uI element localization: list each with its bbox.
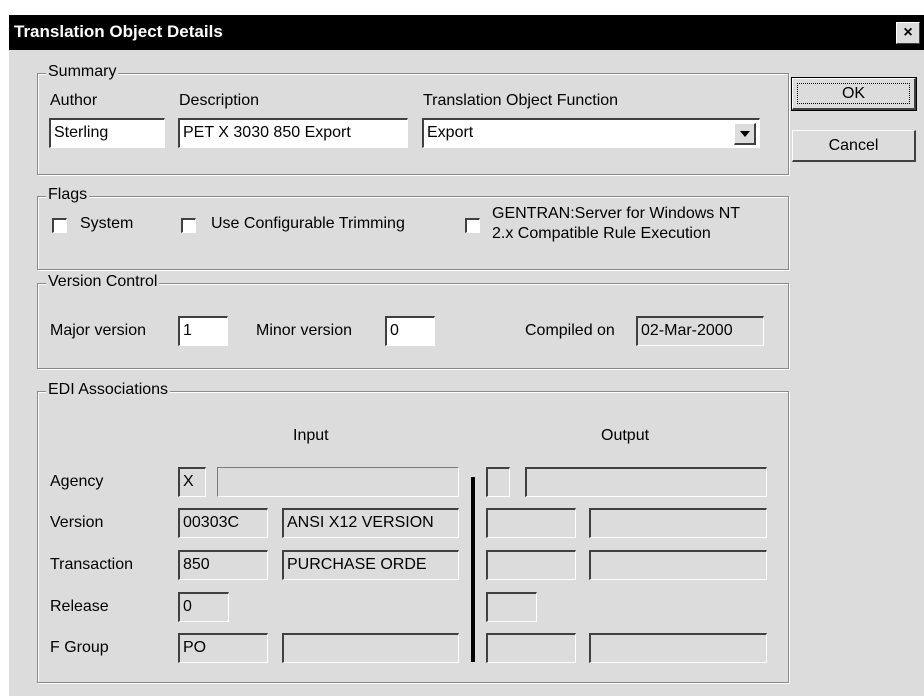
author-field[interactable]: Sterling — [49, 118, 165, 148]
output-version-desc — [589, 508, 767, 538]
function-dropdown[interactable]: Export — [422, 118, 760, 148]
chevron-down-icon[interactable] — [734, 123, 756, 145]
edi-associations-title: EDI Associations — [46, 381, 171, 399]
compiled-on-field: 02-Mar-2000 — [636, 316, 764, 346]
edi-associations-group: EDI Associations Input Output Agency X V… — [37, 381, 789, 683]
cancel-button[interactable]: Cancel — [792, 130, 916, 162]
close-icon[interactable]: × — [896, 22, 920, 44]
input-transaction-code: 850 — [178, 550, 268, 580]
summary-group: Summary Author Sterling Description PET … — [37, 63, 789, 175]
input-version-code: 00303C — [178, 508, 268, 538]
output-fgroup-desc — [589, 633, 767, 663]
flags-group-title: Flags — [46, 186, 90, 204]
window-title: Translation Object Details — [14, 22, 223, 41]
flags-group: Flags System Use Configurable Trimming G… — [37, 186, 789, 270]
fgroup-label: F Group — [50, 639, 109, 656]
input-agency-desc — [217, 467, 459, 497]
input-fgroup-desc — [282, 633, 459, 663]
input-header: Input — [293, 427, 329, 444]
input-version-desc: ANSI X12 VERSION — [282, 508, 459, 538]
system-label: System — [80, 215, 134, 232]
version-control-title: Version Control — [46, 273, 160, 291]
translation-object-dialog: Translation Object Details × Summary Aut… — [9, 15, 924, 696]
release-label: Release — [50, 598, 109, 615]
ok-button-label: OK — [841, 85, 866, 102]
output-release-code — [486, 592, 537, 622]
input-release-code: 0 — [178, 592, 229, 622]
major-version-field[interactable]: 1 — [178, 316, 228, 346]
trimming-checkbox[interactable] — [181, 218, 196, 233]
output-agency-desc — [525, 467, 767, 497]
output-header: Output — [601, 427, 650, 444]
title-bar: Translation Object Details × — [9, 15, 924, 50]
gentran-checkbox[interactable] — [465, 218, 480, 233]
input-agency-code: X — [178, 467, 206, 497]
summary-group-title: Summary — [46, 63, 119, 81]
minor-version-label: Minor version — [256, 322, 353, 339]
function-label: Translation Object Function — [423, 92, 619, 109]
system-checkbox[interactable] — [52, 218, 67, 233]
input-transaction-desc: PURCHASE ORDE — [282, 550, 459, 580]
trimming-label: Use Configurable Trimming — [211, 215, 405, 232]
output-agency-code — [486, 467, 510, 497]
input-output-divider — [471, 477, 475, 662]
compiled-on-label: Compiled on — [525, 322, 615, 339]
input-fgroup-code: PO — [178, 633, 268, 663]
output-fgroup-code — [486, 633, 576, 663]
author-label: Author — [50, 92, 98, 109]
output-transaction-desc — [589, 550, 767, 580]
output-version-code — [486, 508, 576, 538]
version-label: Version — [50, 514, 104, 531]
version-control-group: Version Control Major version 1 Minor ve… — [37, 273, 789, 369]
gentran-label-line2: 2.x Compatible Rule Execution — [492, 225, 711, 242]
agency-label: Agency — [50, 473, 104, 490]
description-field[interactable]: PET X 3030 850 Export — [178, 118, 408, 148]
function-dropdown-value: Export — [427, 124, 474, 141]
minor-version-field[interactable]: 0 — [385, 316, 435, 346]
description-label: Description — [179, 92, 260, 109]
transaction-label: Transaction — [50, 556, 133, 573]
cancel-button-label: Cancel — [828, 137, 879, 154]
ok-button[interactable]: OK — [791, 77, 917, 111]
major-version-label: Major version — [50, 322, 147, 339]
gentran-label-line1: GENTRAN:Server for Windows NT — [492, 205, 741, 222]
output-transaction-code — [486, 550, 576, 580]
